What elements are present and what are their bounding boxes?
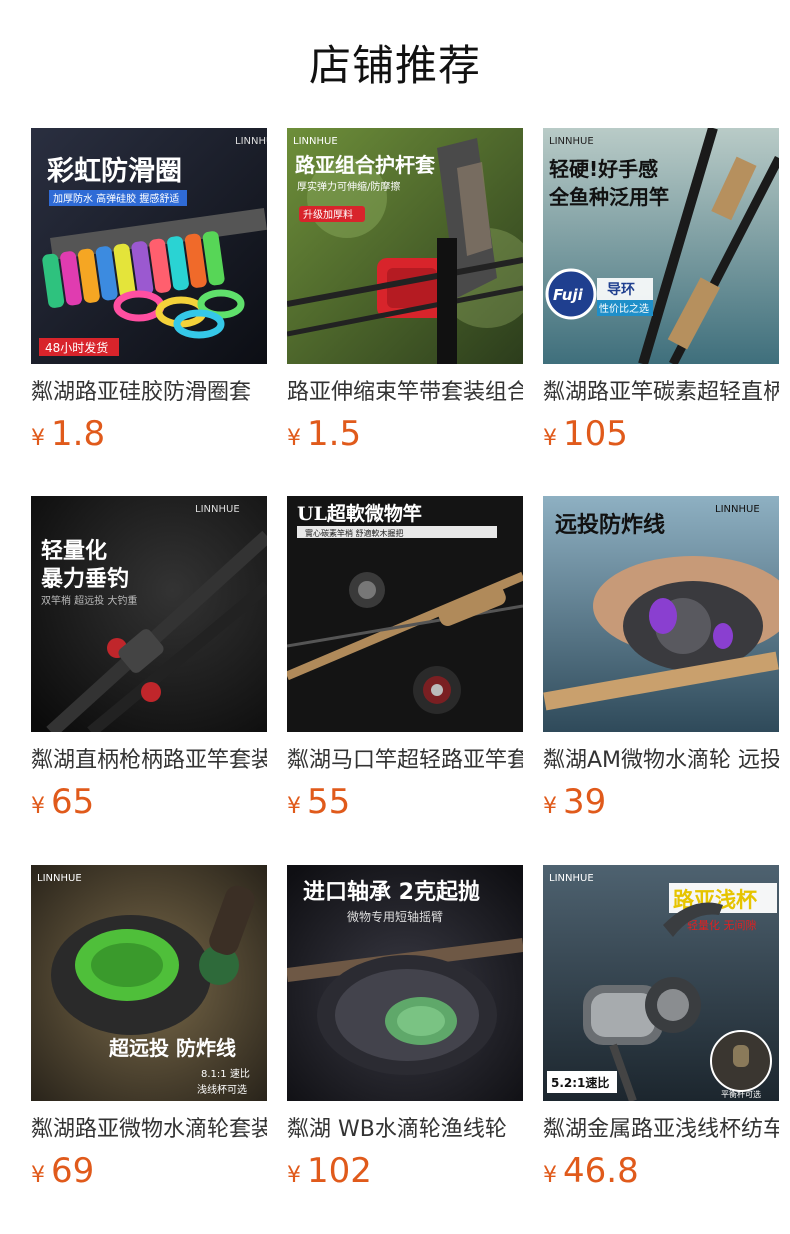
product-name[interactable]: 粼湖金属路亚浅线杯纺车轮 [543, 1115, 779, 1145]
product-image[interactable]: LINNHUE 彩虹防滑圈 加厚防水 高弹硅胶 握感舒适 [31, 128, 267, 364]
price-value: 55 [307, 782, 351, 822]
currency-symbol: ¥ [543, 1163, 557, 1188]
page-title: 店铺推荐 [308, 41, 481, 90]
product-name[interactable]: 粼湖马口竿超轻路亚竿套装 [287, 746, 523, 776]
product-image[interactable]: LINNHUE 路亚浅杯 轻量化 无间隙 5.2:1速比 平衡杆可选 [543, 865, 779, 1101]
currency-symbol: ¥ [31, 426, 45, 451]
image-headline2: 暴力垂钓 [40, 566, 129, 592]
brand-text: LINNHUE [37, 873, 82, 884]
fuji-logo: Fuji [553, 286, 584, 304]
product-card[interactable]: UL超軟微物竿 實心碳素竿梢 舒適軟木握把 粼湖马口竿超轻路亚竿套装 ¥55 [287, 496, 523, 832]
product-image[interactable]: LINNHUE 超远投 防炸线 8.1:1 速比 浅线杯可选 [31, 865, 267, 1101]
product-card[interactable]: LINNHUE 轻量化 暴力垂钓 双竿梢 超远投 大钓重 粼湖直柄枪柄路亚竿套装… [31, 496, 267, 832]
image-headline: 轻硬!好手感 [549, 157, 658, 181]
product-name[interactable]: 路亚伸缩束竿带套装组合 [287, 378, 523, 408]
price-value: 46.8 [563, 1151, 639, 1191]
price-value: 39 [563, 782, 607, 822]
product-price: ¥105 [543, 414, 628, 458]
product-price: ¥65 [31, 782, 94, 826]
image-headline: 超远投 防炸线 [108, 1036, 236, 1060]
image-badge: 5.2:1速比 [551, 1075, 609, 1090]
product-image[interactable]: LINNHUE 路亚组合护杆套 厚实弹力可伸缩/防摩擦 升级加厚料 [287, 128, 523, 364]
product-card[interactable]: LINNHUE 彩虹防滑圈 加厚防水 高弹硅胶 握感舒适 [31, 128, 267, 464]
image-badge2: 平衡杆可选 [721, 1089, 761, 1099]
product-card[interactable]: LINNHUE 超远投 防炸线 8.1:1 速比 浅线杯可选 粼湖路亚微物水滴轮… [31, 865, 267, 1201]
product-card[interactable]: LINNHUE 远投防炸线 粼湖AM微物水滴轮 远投 ¥39 [543, 496, 779, 832]
price-value: 69 [51, 1151, 95, 1191]
product-card[interactable]: 进口轴承 2克起抛 微物专用短轴摇臂 粼湖 WB水滴轮渔线轮 ¥102 [287, 865, 523, 1201]
product-image[interactable]: LINNHUE 轻量化 暴力垂钓 双竿梢 超远投 大钓重 [31, 496, 267, 732]
price-value: 1.8 [51, 414, 106, 454]
currency-symbol: ¥ [287, 794, 301, 819]
image-subline: 双竿梢 超远投 大钓重 [41, 594, 137, 607]
price-value: 105 [563, 414, 628, 454]
image-headline: UL超軟微物竿 [297, 502, 422, 525]
image-badge2: 性价比之选 [599, 302, 649, 315]
product-price: ¥55 [287, 782, 350, 826]
image-headline: 远投防炸线 [555, 512, 665, 538]
image-badge: 升级加厚料 [303, 208, 353, 221]
product-image[interactable]: LINNHUE 远投防炸线 [543, 496, 779, 732]
product-image[interactable]: LINNHUE 轻硬!好手感 全鱼种泛用竿 Fuji 导环 性价比之选 [543, 128, 779, 364]
product-price: ¥1.8 [31, 414, 105, 458]
product-price: ¥39 [543, 782, 606, 826]
product-image[interactable]: 进口轴承 2克起抛 微物专用短轴摇臂 [287, 865, 523, 1101]
price-value: 1.5 [307, 414, 362, 454]
image-headline: 轻量化 [41, 538, 107, 564]
brand-text: LINNHUE [195, 504, 240, 515]
brand-text: LINNHUE [549, 873, 594, 884]
image-subline: 轻量化 无间隙 [687, 918, 757, 932]
price-value: 65 [51, 782, 95, 822]
image-subline: 厚实弹力可伸缩/防摩擦 [297, 180, 400, 193]
product-name[interactable]: 粼湖AM微物水滴轮 远投 [543, 746, 779, 776]
product-card[interactable]: LINNHUE 路亚组合护杆套 厚实弹力可伸缩/防摩擦 升级加厚料 路亚伸缩束竿… [287, 128, 523, 464]
image-subline: 加厚防水 高弹硅胶 握感舒适 [53, 192, 179, 205]
image-badge: 导环 [607, 282, 635, 298]
currency-symbol: ¥ [287, 1163, 301, 1188]
product-name[interactable]: 粼湖路亚微物水滴轮套装 [31, 1115, 267, 1145]
image-headline: 路亚组合护杆套 [295, 153, 435, 177]
product-name[interactable]: 粼湖直柄枪柄路亚竿套装 [31, 746, 267, 776]
product-card[interactable]: LINNHUE 轻硬!好手感 全鱼种泛用竿 Fuji 导环 性价比之选 粼湖路亚… [543, 128, 779, 464]
price-value: 102 [307, 1151, 372, 1191]
product-price: ¥46.8 [543, 1151, 639, 1195]
product-price: ¥102 [287, 1151, 372, 1195]
brand-text: LINNHUE [293, 136, 338, 147]
image-headline: 进口轴承 2克起抛 [303, 879, 480, 905]
brand-text: LINNHUE [235, 136, 267, 147]
currency-symbol: ¥ [31, 794, 45, 819]
product-card[interactable]: LINNHUE 路亚浅杯 轻量化 无间隙 5.2:1速比 平衡杆可选 粼湖金属路… [543, 865, 779, 1201]
product-price: ¥69 [31, 1151, 94, 1195]
product-name[interactable]: 粼湖 WB水滴轮渔线轮 [287, 1115, 523, 1145]
image-subline2: 浅线杯可选 [197, 1083, 247, 1096]
product-name[interactable]: 粼湖路亚竿碳素超轻直柄 [543, 378, 779, 408]
brand-text: LINNHUE [549, 136, 594, 147]
image-subline: 8.1:1 速比 [201, 1068, 250, 1080]
currency-symbol: ¥ [543, 426, 557, 451]
brand-text: LINNHUE [715, 504, 760, 515]
currency-symbol: ¥ [543, 794, 557, 819]
image-headline: 彩虹防滑圈 [47, 156, 182, 187]
image-subline: 全鱼种泛用竿 [548, 185, 669, 209]
image-subline: 微物专用短轴摇臂 [347, 909, 443, 924]
product-price: ¥1.5 [287, 414, 361, 458]
image-badge: 48小时发货 [45, 340, 108, 355]
currency-symbol: ¥ [287, 426, 301, 451]
image-subline: 實心碳素竿梢 舒適軟木握把 [305, 528, 404, 538]
currency-symbol: ¥ [31, 1163, 45, 1188]
product-name[interactable]: 粼湖路亚硅胶防滑圈套 [31, 378, 267, 408]
product-image[interactable]: UL超軟微物竿 實心碳素竿梢 舒適軟木握把 [287, 496, 523, 732]
